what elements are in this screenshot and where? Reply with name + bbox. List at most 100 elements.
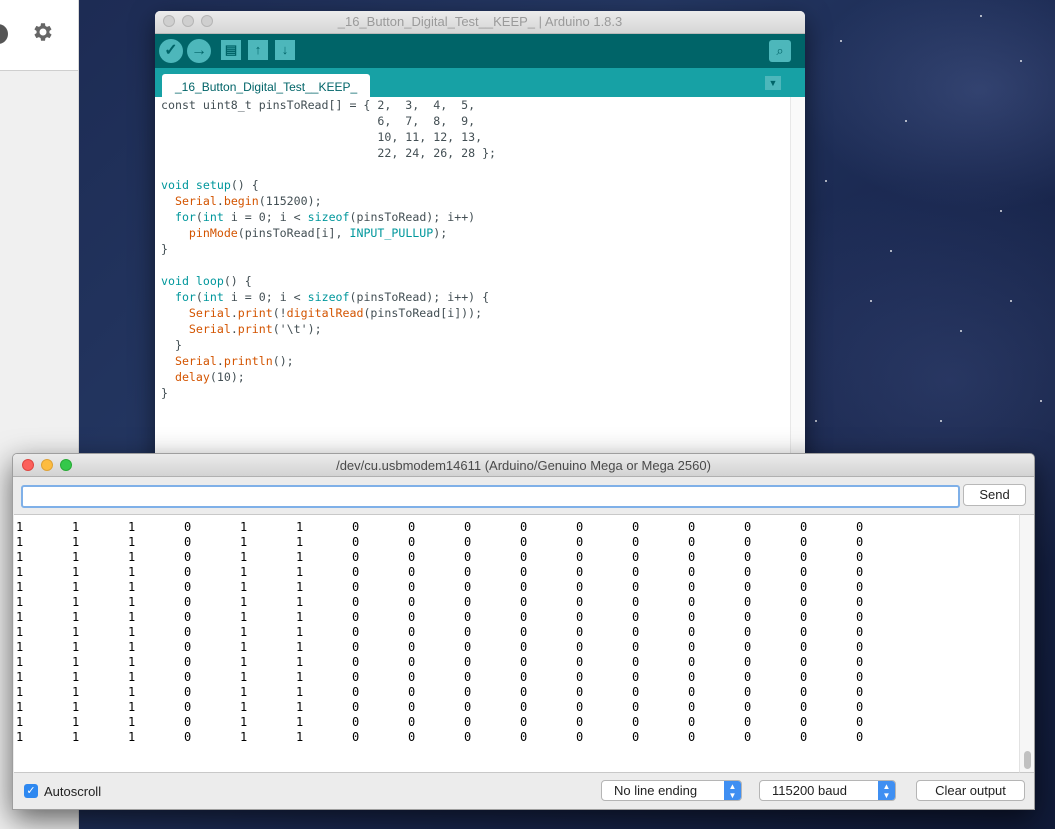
- output-value: 1: [240, 610, 248, 624]
- output-value: 0: [688, 715, 696, 729]
- output-value: 0: [856, 715, 864, 729]
- output-value: 0: [800, 625, 808, 639]
- output-value: 1: [72, 730, 80, 744]
- output-value: 0: [408, 700, 416, 714]
- output-value: 1: [240, 670, 248, 684]
- tab-sketch[interactable]: _16_Button_Digital_Test__KEEP_: [162, 74, 371, 98]
- profile-icon[interactable]: [0, 24, 8, 44]
- output-value: 0: [632, 670, 640, 684]
- output-value: 0: [408, 550, 416, 564]
- output-value: 1: [128, 715, 136, 729]
- output-value: 0: [184, 700, 192, 714]
- output-value: 0: [632, 580, 640, 594]
- serial-send-input[interactable]: [21, 485, 960, 508]
- new-sketch-button[interactable]: ▤: [221, 40, 241, 60]
- ide-toolbar: ✓ → ▤ ↑ ↓ ⌕: [155, 34, 805, 68]
- output-value: 0: [464, 700, 472, 714]
- upload-button[interactable]: →: [187, 39, 211, 63]
- save-sketch-button[interactable]: ↓: [275, 40, 295, 60]
- output-value: 1: [128, 565, 136, 579]
- serial-titlebar[interactable]: /dev/cu.usbmodem14611 (Arduino/Genuino M…: [13, 454, 1034, 477]
- output-value: 0: [800, 550, 808, 564]
- output-value: 0: [464, 550, 472, 564]
- output-value: 0: [800, 610, 808, 624]
- arrow-down-icon: ↓: [281, 42, 289, 57]
- serial-monitor-button[interactable]: ⌕: [769, 40, 791, 62]
- output-value: 0: [856, 595, 864, 609]
- baud-rate-select[interactable]: 115200 baud ▲ ▼: [759, 780, 896, 801]
- ide-titlebar[interactable]: _16_Button_Digital_Test__KEEP_ | Arduino…: [155, 11, 805, 34]
- output-value: 0: [632, 700, 640, 714]
- output-value: 0: [576, 670, 584, 684]
- serial-output[interactable]: 1110110000000000111011000000000011101100…: [14, 514, 1019, 773]
- output-value: 0: [688, 685, 696, 699]
- output-value: 0: [352, 535, 360, 549]
- output-value: 0: [520, 580, 528, 594]
- tab-menu-button[interactable]: ▼: [765, 76, 781, 90]
- gear-icon[interactable]: [30, 20, 54, 44]
- output-value: 1: [72, 625, 80, 639]
- scroll-thumb[interactable]: [1024, 751, 1031, 769]
- output-value: 0: [408, 535, 416, 549]
- output-value: 1: [128, 685, 136, 699]
- baud-rate-value: 115200 baud: [772, 783, 847, 798]
- output-value: 0: [352, 730, 360, 744]
- output-value: 0: [856, 580, 864, 594]
- output-value: 0: [352, 625, 360, 639]
- output-value: 0: [576, 625, 584, 639]
- output-value: 0: [744, 595, 752, 609]
- output-value: 0: [856, 520, 864, 534]
- output-value: 1: [72, 595, 80, 609]
- output-value: 1: [16, 640, 24, 654]
- output-value: 0: [520, 535, 528, 549]
- verify-button[interactable]: ✓: [159, 39, 183, 63]
- output-value: 1: [240, 595, 248, 609]
- output-value: 1: [240, 700, 248, 714]
- output-value: 0: [688, 580, 696, 594]
- output-value: 0: [688, 550, 696, 564]
- output-value: 0: [464, 715, 472, 729]
- clear-output-button[interactable]: Clear output: [916, 780, 1025, 801]
- output-value: 0: [632, 565, 640, 579]
- editor-scrollbar[interactable]: [790, 97, 805, 471]
- output-value: 0: [576, 700, 584, 714]
- output-value: 1: [72, 535, 80, 549]
- output-value: 0: [856, 640, 864, 654]
- output-value: 0: [632, 715, 640, 729]
- document-icon: ▤: [224, 42, 238, 57]
- output-value: 0: [744, 625, 752, 639]
- output-value: 0: [520, 565, 528, 579]
- output-value: 1: [296, 535, 304, 549]
- output-value: 0: [352, 580, 360, 594]
- output-value: 0: [576, 715, 584, 729]
- autoscroll-label: Autoscroll: [44, 784, 102, 799]
- output-value: 1: [72, 640, 80, 654]
- output-value: 0: [520, 550, 528, 564]
- open-sketch-button[interactable]: ↑: [248, 40, 268, 60]
- output-value: 0: [520, 700, 528, 714]
- output-value: 0: [520, 610, 528, 624]
- output-value: 1: [240, 640, 248, 654]
- output-value: 1: [72, 685, 80, 699]
- output-value: 0: [184, 670, 192, 684]
- output-value: 0: [464, 520, 472, 534]
- send-button[interactable]: Send: [963, 484, 1026, 506]
- output-value: 0: [688, 625, 696, 639]
- output-value: 0: [744, 580, 752, 594]
- output-value: 0: [688, 565, 696, 579]
- output-value: 1: [16, 670, 24, 684]
- output-value: 0: [632, 595, 640, 609]
- output-value: 0: [184, 610, 192, 624]
- output-value: 0: [576, 580, 584, 594]
- output-value: 1: [128, 520, 136, 534]
- output-value: 1: [240, 715, 248, 729]
- output-value: 1: [72, 700, 80, 714]
- line-ending-select[interactable]: No line ending ▲ ▼: [601, 780, 742, 801]
- code-editor[interactable]: const uint8_t pinsToRead[] = { 2, 3, 4, …: [155, 97, 805, 471]
- output-value: 1: [240, 520, 248, 534]
- output-value: 0: [688, 640, 696, 654]
- output-value: 0: [576, 595, 584, 609]
- output-value: 0: [800, 535, 808, 549]
- output-scrollbar[interactable]: [1019, 514, 1034, 773]
- autoscroll-checkbox[interactable]: ✓: [24, 784, 38, 798]
